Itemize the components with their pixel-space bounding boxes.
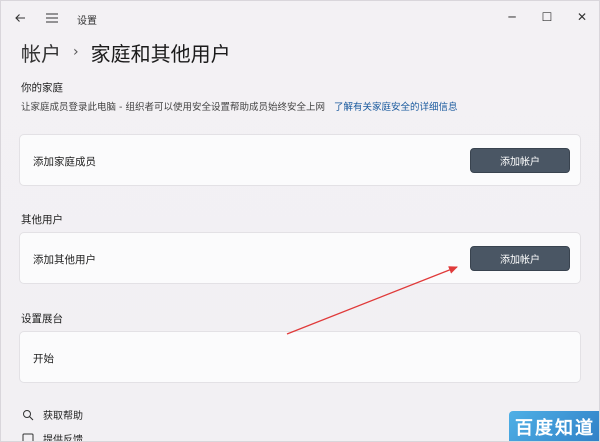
close-button[interactable]: ✕ <box>567 5 597 29</box>
add-family-member-card: 添加家庭成员 添加帐户 <box>19 134 581 186</box>
add-family-member-label: 添加家庭成员 <box>33 156 96 168</box>
baidu-zhidao-watermark: 百度知道 <box>509 411 599 441</box>
settings-window: 设置 ─ ☐ ✕ 帐户 › 家庭和其他用户 你的家庭 让家庭成员登录此电脑 - … <box>0 0 600 442</box>
title-bar: 设置 ─ ☐ ✕ <box>1 1 599 35</box>
chevron-right-icon: › <box>73 44 79 60</box>
add-other-user-label: 添加其他用户 <box>33 254 96 266</box>
breadcrumb: 帐户 › 家庭和其他用户 <box>21 37 231 67</box>
family-description: 让家庭成员登录此电脑 - 组织者可以使用安全设置帮助成员始终安全上网 了解有关家… <box>21 99 458 113</box>
family-description-text: 让家庭成员登录此电脑 - 组织者可以使用安全设置帮助成员始终安全上网 <box>21 102 325 113</box>
breadcrumb-accounts-link[interactable]: 帐户 <box>21 38 61 67</box>
get-help-label: 获取帮助 <box>43 411 83 422</box>
minimize-button[interactable]: ─ <box>497 5 527 29</box>
close-icon: ✕ <box>576 10 588 24</box>
get-help-link[interactable]: 获取帮助 <box>21 407 83 422</box>
window-title: 设置 <box>77 16 97 27</box>
feedback-icon <box>21 432 35 441</box>
give-feedback-link[interactable]: 提供反馈 <box>21 431 83 442</box>
give-feedback-label: 提供反馈 <box>43 435 83 442</box>
add-other-user-card: 添加其他用户 添加帐户 <box>19 232 581 284</box>
minimize-icon: ─ <box>508 10 516 24</box>
add-other-account-button[interactable]: 添加帐户 <box>470 246 570 271</box>
add-family-account-button[interactable]: 添加帐户 <box>470 148 570 173</box>
family-safety-link[interactable]: 了解有关家庭安全的详细信息 <box>334 102 458 113</box>
other-users-section-heading: 其他用户 <box>21 214 63 226</box>
maximize-icon: ☐ <box>541 10 553 24</box>
watermark-text: 百度知道 <box>515 418 595 439</box>
kiosk-card[interactable]: 开始 <box>19 331 581 383</box>
kiosk-start-label: 开始 <box>33 353 54 365</box>
kiosk-section-heading: 设置展台 <box>21 313 63 325</box>
hamburger-menu-icon[interactable] <box>41 7 63 29</box>
help-icon <box>21 408 35 422</box>
page-title: 家庭和其他用户 <box>90 41 231 66</box>
family-section-heading: 你的家庭 <box>21 82 63 94</box>
back-arrow-icon[interactable] <box>9 7 31 29</box>
maximize-button[interactable]: ☐ <box>532 5 562 29</box>
